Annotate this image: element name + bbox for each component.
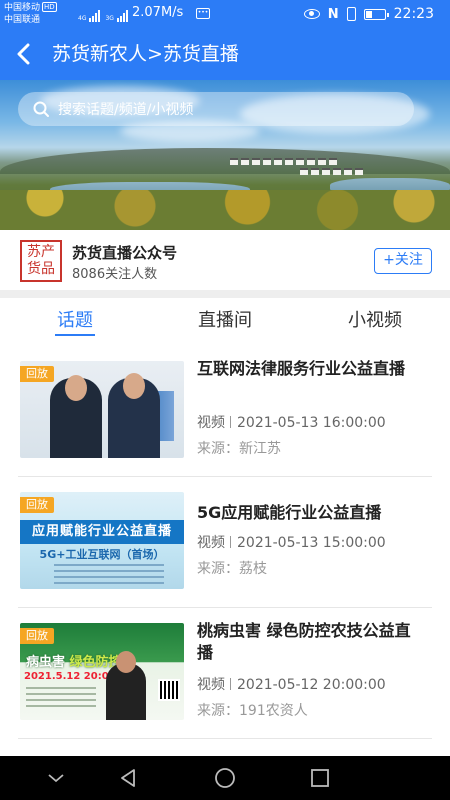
circle-home-icon	[215, 768, 235, 788]
message-icon: •••	[196, 8, 210, 19]
system-nav-bar	[0, 756, 450, 800]
item-datetime: 2021-05-13 16:00:00	[237, 415, 386, 431]
item-type: 视频	[197, 415, 225, 431]
thumb-date: 2021.5.12 20:00	[24, 671, 116, 682]
page-title: 苏货新农人>苏货直播	[52, 43, 239, 65]
nav-back-button[interactable]	[106, 756, 150, 800]
network-speed: 2.07M/s	[132, 5, 184, 20]
signal-icon	[89, 10, 101, 22]
signal-group: 4G 3G	[78, 6, 131, 22]
follow-button[interactable]: +关注	[374, 248, 432, 274]
status-icons: N 22:23	[303, 5, 434, 23]
search-icon	[32, 100, 50, 118]
carrier-info: 中国移动 HD 中国联通	[4, 2, 57, 26]
tab-topics[interactable]: 话题	[40, 298, 110, 344]
item-meta: 视频 2021-05-13 15:00:00	[197, 532, 386, 552]
account-name: 苏货直播公众号	[72, 244, 178, 262]
app-header: 苏货新农人>苏货直播	[0, 28, 450, 80]
clock: 22:23	[393, 6, 434, 22]
thumb-title: 病虫害 绿色防控	[26, 651, 122, 670]
thumb-banner-text: 应用赋能行业公益直播	[20, 520, 184, 544]
search-placeholder: 搜索话题/频道/小视频	[58, 102, 194, 118]
logo-text-bottom: 货品	[27, 261, 55, 277]
nav-collapse-button[interactable]	[34, 756, 78, 800]
active-tab-indicator	[55, 334, 95, 336]
replay-badge: 回放	[20, 366, 54, 382]
nav-recents-button[interactable]	[298, 756, 342, 800]
hd-badge: HD	[42, 2, 57, 12]
carrier-2: 中国联通	[4, 15, 41, 25]
chevron-down-icon	[48, 774, 64, 783]
list-item[interactable]: 回放 互联网法律服务行业公益直播 视频 2021-05-13 16:00:00 来…	[0, 346, 450, 477]
account-header: 苏产 货品 苏货直播公众号 8086关注人数 +关注	[0, 230, 450, 290]
qr-code-icon	[158, 679, 180, 701]
item-title: 5G应用赋能行业公益直播	[197, 503, 382, 522]
replay-badge: 回放	[20, 628, 54, 644]
item-meta: 视频 2021-05-13 16:00:00	[197, 412, 386, 432]
item-source: 来源：新江苏	[197, 441, 281, 457]
account-logo: 苏产 货品	[20, 240, 62, 282]
network-type-1: 4G	[78, 15, 87, 22]
nfc-icon: N	[327, 6, 339, 22]
item-source: 来源：191农资人	[197, 703, 308, 719]
video-thumbnail: 回放 病虫害 绿色防控 2021.5.12 20:00	[20, 623, 184, 720]
follower-count: 8086关注人数	[72, 267, 158, 282]
signal-icon	[116, 10, 128, 22]
banner-image: 搜索话题/频道/小视频	[0, 80, 450, 230]
battery-icon	[363, 8, 389, 20]
topic-list: 回放 互联网法律服务行业公益直播 视频 2021-05-13 16:00:00 来…	[0, 346, 450, 739]
tab-bar: 话题 直播间 小视频	[0, 298, 450, 344]
item-type: 视频	[197, 535, 225, 551]
replay-badge: 回放	[20, 497, 54, 513]
thumb-title-a: 病虫害	[26, 655, 70, 670]
carrier-1: 中国移动	[4, 3, 41, 13]
network-type-2: 3G	[105, 15, 114, 22]
item-title: 互联网法律服务行业公益直播	[197, 359, 406, 378]
back-arrow-icon	[17, 43, 30, 65]
list-item[interactable]: 回放 病虫害 绿色防控 2021.5.12 20:00 桃病虫害 绿色防控农技公…	[0, 608, 450, 739]
tab-short-videos[interactable]: 小视频	[335, 298, 415, 344]
section-divider	[0, 290, 450, 298]
square-recents-icon	[311, 769, 329, 787]
item-type: 视频	[197, 677, 225, 693]
item-source: 来源：荔枝	[197, 561, 267, 577]
triangle-back-icon	[121, 769, 135, 787]
item-title: 桃病虫害 绿色防控农技公益直播	[197, 621, 411, 662]
search-input[interactable]: 搜索话题/频道/小视频	[18, 92, 414, 126]
status-bar: 中国移动 HD 中国联通 4G 3G 2.07M/s ••• N 22:23	[0, 0, 450, 28]
eye-icon	[303, 9, 320, 19]
video-thumbnail: 回放	[20, 361, 184, 458]
vibrate-icon	[346, 7, 356, 21]
nav-home-button[interactable]	[203, 756, 247, 800]
item-meta: 视频 2021-05-12 20:00:00	[197, 674, 386, 694]
tab-live-rooms[interactable]: 直播间	[185, 298, 265, 344]
thumb-subtitle: 5G+工业互联网（首场）	[39, 548, 165, 561]
list-item[interactable]: 回放 应用赋能行业公益直播 5G+工业互联网（首场） 5G应用赋能行业公益直播 …	[0, 477, 450, 608]
back-button[interactable]	[8, 38, 40, 70]
logo-text-top: 苏产	[27, 244, 55, 260]
video-thumbnail: 回放 应用赋能行业公益直播 5G+工业互联网（首场）	[20, 492, 184, 589]
item-datetime: 2021-05-13 15:00:00	[237, 535, 386, 551]
item-datetime: 2021-05-12 20:00:00	[237, 677, 386, 693]
